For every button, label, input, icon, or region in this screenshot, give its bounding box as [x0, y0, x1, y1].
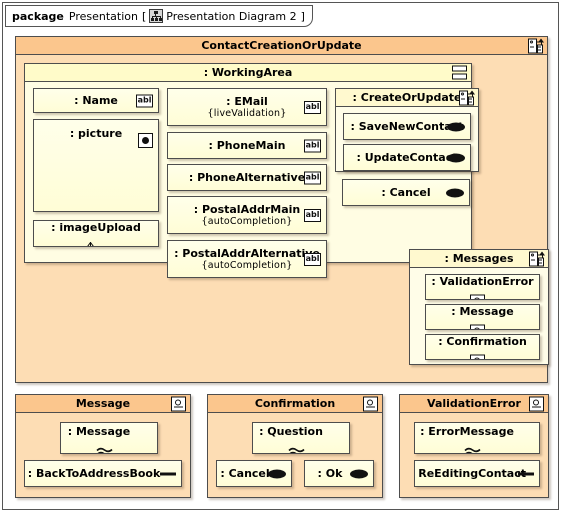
widget-postal-addr-alternative-constraint: {autoCompletion} — [201, 259, 293, 271]
button-confirmation-ok[interactable]: : Ok — [304, 460, 374, 487]
line-button-icon — [518, 472, 534, 475]
button-icon — [446, 188, 464, 197]
package-bracket-open: [ — [141, 9, 147, 23]
widget-phone-main[interactable]: : PhoneMain abl — [167, 132, 327, 159]
widget-phone-alternative-label: : PhoneAlternative — [188, 171, 306, 184]
abl-textfield-icon: abl — [304, 101, 321, 114]
combo-confirmation[interactable]: : Confirmation — [425, 334, 540, 360]
widget-phone-main-label: : PhoneMain — [208, 139, 286, 152]
button-icon — [350, 469, 368, 478]
widget-question-text[interactable]: : Question — [252, 422, 350, 454]
widget-image-upload[interactable]: : imageUpload — [33, 220, 159, 247]
widget-question-text-label: : Question — [259, 424, 323, 438]
combo-confirmation-label: : Confirmation — [438, 335, 527, 348]
upload-arrowhead-icon — [87, 241, 94, 246]
abl-textfield-icon: abl — [304, 171, 321, 184]
widget-postal-addr-alternative[interactable]: : PostalAddrAlternative {autoCompletion}… — [167, 240, 327, 278]
button-back-to-address-book[interactable]: : BackToAddressBook — [24, 460, 182, 487]
create-or-update-title: : CreateOrUpdate — [352, 91, 462, 104]
widget-email-constraint: {liveValidation} — [207, 107, 287, 119]
package-bracket-close: ] — [300, 9, 305, 23]
combo-icon — [470, 354, 485, 359]
button-cancel-label: : Cancel — [381, 186, 431, 199]
message-panel[interactable]: Message : Message : BackToAddressBook — [15, 394, 191, 498]
package-tab[interactable]: package Presentation [ Presentation Diag… — [5, 5, 313, 27]
button-icon — [268, 469, 286, 478]
widget-postal-addr-main[interactable]: : PostalAddrMain {autoCompletion} abl — [167, 196, 327, 234]
structure-diagram-icon — [149, 9, 164, 23]
package-name: Presentation — [68, 9, 138, 23]
contact-creation-or-update-container[interactable]: ContactCreationOrUpdate : WorkingArea : … — [15, 36, 549, 383]
panel-icon — [452, 65, 467, 80]
wave-text-icon — [287, 446, 305, 453]
widget-picture-label: : picture — [69, 127, 123, 140]
combo-message-label: : Message — [451, 305, 514, 318]
widget-email[interactable]: : EMail {liveValidation} abl — [167, 88, 327, 126]
combo-message[interactable]: : Message — [425, 304, 540, 330]
widget-message-text-label: : Message — [67, 424, 131, 438]
confirmation-panel[interactable]: Confirmation : Question : Cancel : Ok — [207, 394, 383, 498]
combo-icon — [470, 324, 485, 329]
combo-icon — [171, 396, 186, 411]
line-button-icon — [160, 472, 176, 475]
message-panel-title: Message — [75, 397, 131, 410]
widget-postal-addr-alternative-label: : PostalAddrAlternative — [174, 246, 320, 260]
combo-icon — [363, 396, 378, 411]
working-area-header: : WorkingArea — [25, 64, 471, 82]
button-update-contact[interactable]: : UpdateContact — [343, 144, 471, 171]
wave-text-icon — [95, 446, 113, 453]
abl-textfield-icon: abl — [304, 253, 321, 266]
widget-image-upload-label: : imageUpload — [51, 221, 141, 234]
widget-name-label: : Name — [74, 94, 118, 107]
widget-error-message-text-label: : ErrorMessage — [420, 424, 514, 438]
validation-error-panel-title: ValidationError — [427, 397, 521, 410]
widget-message-text[interactable]: : Message — [60, 422, 158, 454]
messages-header: : Messages — [410, 250, 548, 268]
widget-error-message-text[interactable]: : ErrorMessage — [414, 422, 540, 454]
abl-textfield-icon: abl — [304, 209, 321, 222]
widget-postal-addr-main-label: : PostalAddrMain — [193, 202, 301, 216]
widget-email-label: : EMail — [226, 94, 268, 108]
validation-error-panel-header: ValidationError — [400, 395, 548, 413]
button-update-contact-label: : UpdateContact — [356, 151, 458, 164]
widget-picture[interactable]: : picture — [33, 119, 159, 212]
widget-postal-addr-main-constraint: {autoCompletion} — [201, 215, 293, 227]
validation-error-panel[interactable]: ValidationError : ErrorMessage : ReEditi… — [399, 394, 549, 498]
button-icon — [447, 153, 465, 162]
create-or-update-header: : CreateOrUpdate — [336, 89, 478, 107]
messages-title: : Messages — [444, 252, 514, 265]
package-keyword: package — [12, 9, 64, 23]
button-confirmation-cancel[interactable]: : Cancel — [216, 460, 292, 487]
messages-container[interactable]: : Messages : ValidationError : Message :… — [409, 249, 549, 365]
button-cancel[interactable]: : Cancel — [342, 179, 470, 206]
part-component-icon — [529, 251, 545, 266]
contact-creation-or-update-header: ContactCreationOrUpdate — [16, 37, 547, 55]
confirmation-panel-title: Confirmation — [254, 397, 336, 410]
combo-validation-error-label: : ValidationError — [431, 275, 534, 288]
abl-textfield-icon: abl — [304, 139, 321, 152]
combo-icon — [529, 396, 544, 411]
button-re-editing-contact[interactable]: : ReEditingContact — [414, 460, 540, 487]
wave-text-icon — [463, 446, 481, 453]
radio-image-icon — [138, 133, 153, 148]
abl-textfield-icon: abl — [136, 94, 153, 107]
button-back-to-address-book-label: : BackToAddressBook — [27, 467, 161, 480]
upload-icon — [84, 241, 98, 246]
contact-creation-or-update-title: ContactCreationOrUpdate — [201, 39, 362, 52]
part-component-icon — [528, 38, 544, 53]
button-icon — [447, 122, 465, 131]
button-save-new-contact[interactable]: : SaveNewContact — [343, 113, 471, 140]
message-panel-header: Message — [16, 395, 190, 413]
widget-phone-alternative[interactable]: : PhoneAlternative abl — [167, 164, 327, 191]
combo-validation-error[interactable]: : ValidationError — [425, 274, 540, 300]
confirmation-panel-header: Confirmation — [208, 395, 382, 413]
create-or-update-container[interactable]: : CreateOrUpdate : SaveNewContact : Upda… — [335, 88, 479, 172]
working-area-container[interactable]: : WorkingArea : Name abl : picture : ima… — [24, 63, 479, 278]
widget-name[interactable]: : Name abl — [33, 88, 159, 113]
part-component-icon — [459, 90, 475, 105]
package-frame: package Presentation [ Presentation Diag… — [2, 2, 559, 510]
working-area-title: : WorkingArea — [203, 66, 293, 79]
package-diagram-name: Presentation Diagram 2 — [166, 9, 297, 23]
combo-icon — [470, 294, 485, 299]
